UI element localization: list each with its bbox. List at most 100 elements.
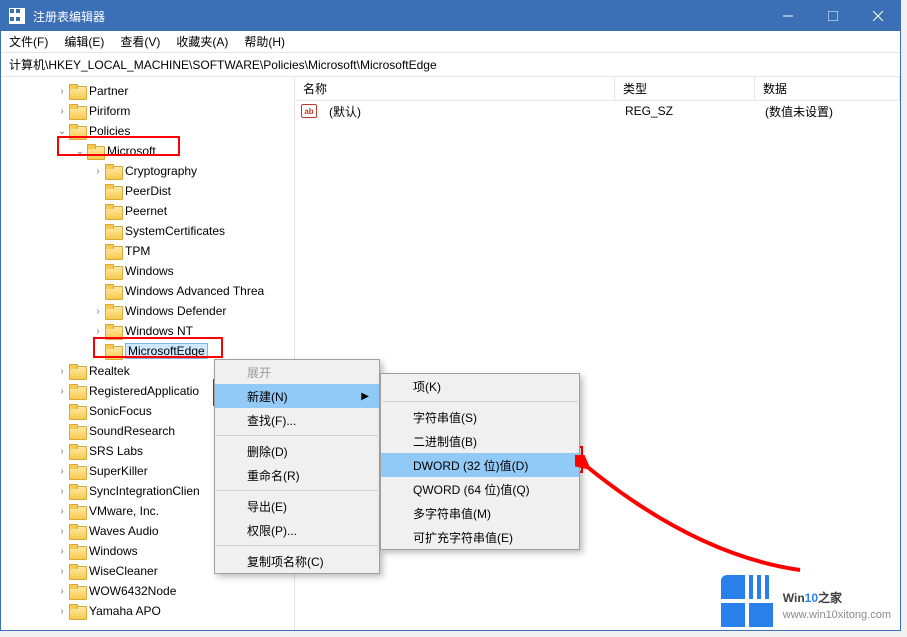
chevron-right-icon[interactable]: › [91, 166, 105, 177]
tree-item-systemcertificates[interactable]: SystemCertificates [1, 221, 294, 241]
submenu-item[interactable]: 项(K) [381, 374, 579, 398]
tree-item-yamaha-apo[interactable]: ›Yamaha APO [1, 601, 294, 621]
titlebar[interactable]: 注册表编辑器 [1, 1, 900, 31]
cell-data: (数值未设置) [757, 103, 900, 120]
context-menu-item[interactable]: 查找(F)... [215, 408, 379, 432]
context-menu-item[interactable]: 导出(E) [215, 494, 379, 518]
col-name[interactable]: 名称 [295, 77, 615, 100]
string-value-icon: ab [301, 104, 317, 118]
chevron-right-icon[interactable]: › [55, 446, 69, 457]
menu-label: 复制项名称(C) [247, 553, 324, 570]
menu-separator [216, 490, 378, 491]
submenu-item[interactable]: 二进制值(B) [381, 429, 579, 453]
submenu-item[interactable]: 多字符串值(M) [381, 501, 579, 525]
tree-label: WOW6432Node [89, 584, 176, 598]
menu-file[interactable]: 文件(F) [9, 33, 48, 50]
folder-icon [105, 184, 121, 198]
folder-icon [105, 264, 121, 278]
submenu-item[interactable]: 可扩充字符串值(E) [381, 525, 579, 549]
chevron-right-icon[interactable]: › [55, 586, 69, 597]
tree-item-windows[interactable]: Windows [1, 261, 294, 281]
chevron-down-icon[interactable]: ⌄ [73, 146, 87, 157]
tree-item-policies[interactable]: ⌄Policies [1, 121, 294, 141]
tree-label: Windows [125, 264, 174, 278]
chevron-down-icon[interactable]: ⌄ [55, 126, 69, 137]
tree-item-wow6432node[interactable]: › WOW6432Node [1, 581, 294, 601]
menu-separator [216, 435, 378, 436]
chevron-right-icon[interactable]: › [55, 526, 69, 537]
folder-icon [105, 284, 121, 298]
list-row[interactable]: ab (默认) REG_SZ (数值未设置) [295, 101, 900, 121]
tree-label: MicrosoftEdge [125, 343, 208, 359]
folder-icon [87, 144, 103, 158]
tree-item-cryptography[interactable]: ›Cryptography [1, 161, 294, 181]
context-menu-item[interactable]: 删除(D) [215, 439, 379, 463]
submenu-item[interactable]: QWORD (64 位)值(Q) [381, 477, 579, 501]
tree-item-partner[interactable]: ›Partner [1, 81, 294, 101]
context-menu-new[interactable]: 项(K) 字符串值(S) 二进制值(B) DWORD (32 位)值(D)QWORD … [380, 373, 580, 550]
tree-item-windows-nt[interactable]: › Windows NT [1, 321, 294, 341]
chevron-right-icon[interactable]: › [55, 386, 69, 397]
submenu-item[interactable]: DWORD (32 位)值(D) [381, 453, 579, 477]
addressbar[interactable]: 计算机\HKEY_LOCAL_MACHINE\SOFTWARE\Policies… [1, 53, 900, 77]
tree-label: Windows Advanced Threa [125, 284, 264, 298]
chevron-right-icon[interactable]: › [55, 546, 69, 557]
tree-item-tpm[interactable]: TPM [1, 241, 294, 261]
menu-help[interactable]: 帮助(H) [244, 33, 285, 50]
context-menu-item[interactable]: 新建(N)▶ [215, 384, 379, 408]
tree-item-peerdist[interactable]: PeerDist [1, 181, 294, 201]
tree-label: SyncIntegrationClien [89, 484, 200, 498]
tree-label: Piriform [89, 104, 130, 118]
context-menu-item[interactable]: 权限(P)... [215, 518, 379, 542]
close-button[interactable] [855, 1, 900, 31]
tree-label: TPM [125, 244, 150, 258]
tree-label: Windows NT [125, 324, 193, 338]
chevron-right-icon[interactable]: › [91, 326, 105, 337]
tree-label: SystemCertificates [125, 224, 225, 238]
folder-icon [69, 384, 85, 398]
tree-label: SonicFocus [89, 404, 152, 418]
chevron-right-icon[interactable]: › [55, 606, 69, 617]
tree-item-microsoftedge[interactable]: MicrosoftEdge [1, 341, 294, 361]
col-type[interactable]: 类型 [615, 77, 755, 100]
chevron-right-icon[interactable]: › [55, 106, 69, 117]
context-menu-item[interactable]: 复制项名称(C) [215, 549, 379, 573]
menu-label: 多字符串值(M) [413, 505, 491, 522]
folder-icon [69, 564, 85, 578]
tree-item-peernet[interactable]: Peernet [1, 201, 294, 221]
tree-item-microsoft[interactable]: ⌄Microsoft [1, 141, 294, 161]
menu-label: 二进制值(B) [413, 433, 477, 450]
menu-edit[interactable]: 编辑(E) [64, 33, 104, 50]
context-menu-main[interactable]: 展开新建(N)▶查找(F)...删除(D)重命名(R)导出(E)权限(P)...… [214, 359, 380, 574]
folder-icon [69, 364, 85, 378]
tree-item-windows-defender[interactable]: ›Windows Defender [1, 301, 294, 321]
chevron-right-icon[interactable]: › [55, 506, 69, 517]
chevron-right-icon[interactable]: › [55, 466, 69, 477]
tree-label: VMware, Inc. [89, 504, 159, 518]
cell-type: REG_SZ [617, 104, 757, 118]
folder-icon [69, 604, 85, 618]
list-header[interactable]: 名称 类型 数据 [295, 77, 900, 101]
folder-icon [105, 164, 121, 178]
minimize-button[interactable] [765, 1, 810, 31]
menu-favorites[interactable]: 收藏夹(A) [176, 33, 228, 50]
tree-item-piriform[interactable]: › Piriform [1, 101, 294, 121]
maximize-button[interactable] [810, 1, 855, 31]
tree-label: Windows [89, 544, 138, 558]
menu-view[interactable]: 查看(V) [120, 33, 160, 50]
col-data[interactable]: 数据 [755, 77, 900, 100]
chevron-right-icon[interactable]: › [55, 566, 69, 577]
chevron-right-icon[interactable]: › [55, 86, 69, 97]
chevron-right-icon[interactable]: › [91, 306, 105, 317]
app-icon [9, 8, 25, 24]
tree-item-windows-advanced-threa[interactable]: Windows Advanced Threa [1, 281, 294, 301]
menubar: 文件(F) 编辑(E) 查看(V) 收藏夹(A) 帮助(H) [1, 31, 900, 53]
folder-icon [69, 424, 85, 438]
submenu-item[interactable]: 字符串值(S) [381, 405, 579, 429]
chevron-right-icon[interactable]: › [55, 366, 69, 377]
folder-icon [105, 344, 121, 358]
context-menu-item[interactable]: 重命名(R) [215, 463, 379, 487]
menu-label: 可扩充字符串值(E) [413, 529, 513, 546]
menu-label: 重命名(R) [247, 467, 300, 484]
chevron-right-icon[interactable]: › [55, 486, 69, 497]
